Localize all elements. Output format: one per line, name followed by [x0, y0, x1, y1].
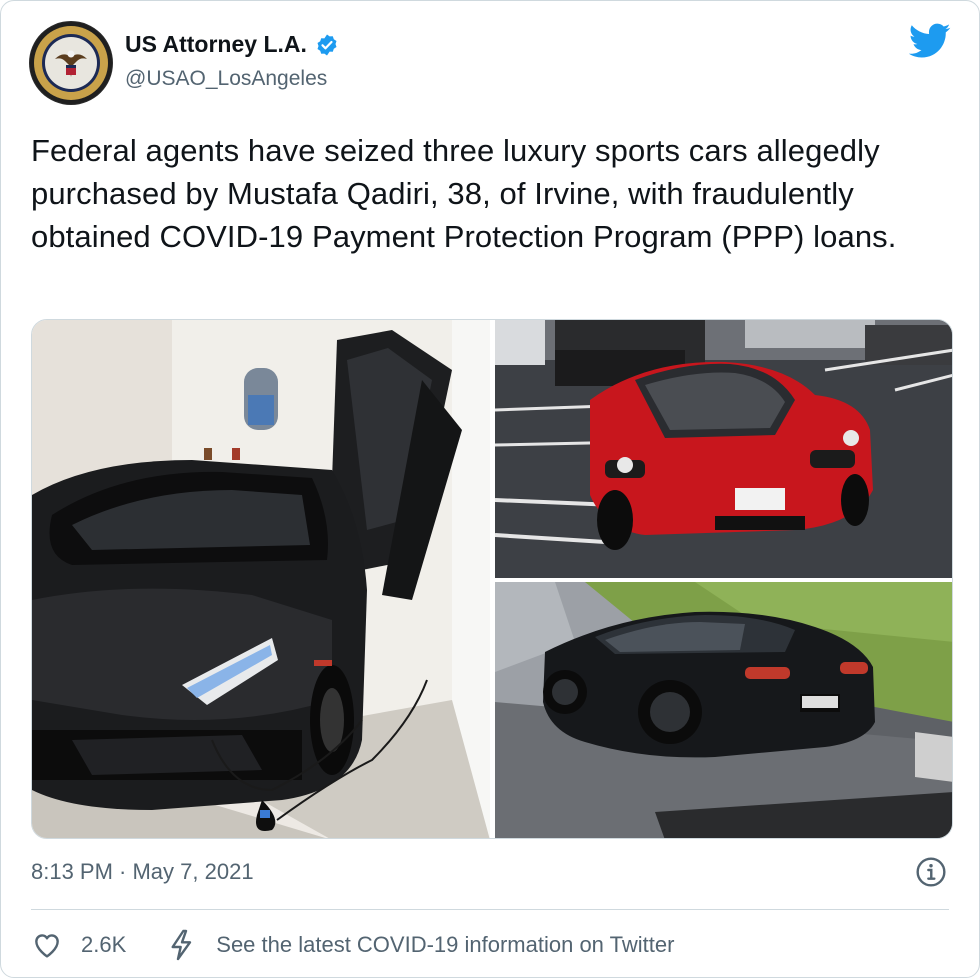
doj-seal-icon [30, 22, 112, 104]
tweet-media-grid [31, 319, 953, 839]
heart-icon[interactable] [31, 929, 63, 961]
divider [31, 909, 949, 910]
twitter-bird-icon[interactable] [909, 23, 951, 59]
tweet-card: US Attorney L.A. @USAO_LosAngeles Federa… [0, 0, 980, 978]
red-ferrari-photo[interactable] [495, 320, 952, 578]
like-count[interactable]: 2.6K [81, 932, 126, 958]
info-icon[interactable] [915, 856, 947, 888]
verified-badge-icon [317, 34, 337, 55]
tweet-text: Federal agents have seized three luxury … [31, 133, 897, 254]
black-bentley-photo[interactable] [495, 582, 952, 838]
black-lamborghini-photo[interactable] [32, 320, 490, 838]
doj-seal-avatar[interactable] [29, 21, 113, 105]
tweet-timestamp[interactable]: 8:13 PM · May 7, 2021 [31, 859, 254, 885]
author-handle[interactable]: @USAO_LosAngeles [125, 67, 327, 91]
tweet-actions: 2.6K See the latest COVID-19 information… [31, 929, 674, 961]
covid-info-link[interactable]: See the latest COVID-19 information on T… [216, 932, 674, 958]
lightning-bolt-icon [171, 929, 192, 961]
author-display-name[interactable]: US Attorney L.A. [125, 31, 307, 58]
